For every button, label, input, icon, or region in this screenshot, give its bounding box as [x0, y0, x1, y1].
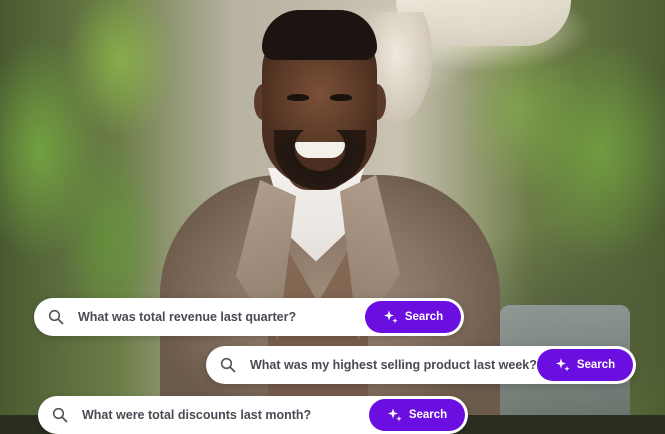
- search-bar[interactable]: What was my highest selling product last…: [206, 346, 636, 384]
- search-icon: [44, 305, 68, 329]
- search-button-label: Search: [404, 311, 444, 323]
- hair: [262, 10, 377, 60]
- search-query[interactable]: What were total discounts last month?: [82, 408, 369, 422]
- sparkle-icon: [387, 407, 403, 423]
- search-icon: [48, 403, 72, 427]
- search-bar[interactable]: What was total revenue last quarter? Sea…: [34, 298, 464, 336]
- search-button[interactable]: Search: [369, 399, 465, 431]
- smile: [295, 142, 345, 158]
- search-button-label: Search: [576, 359, 616, 371]
- search-query[interactable]: What was my highest selling product last…: [250, 358, 537, 372]
- search-query[interactable]: What was total revenue last quarter?: [78, 310, 365, 324]
- search-button-label: Search: [408, 409, 448, 421]
- sparkle-icon: [555, 357, 571, 373]
- sparkle-icon: [383, 309, 399, 325]
- search-icon: [216, 353, 240, 377]
- eye-left: [287, 94, 309, 101]
- search-bar[interactable]: What were total discounts last month? Se…: [38, 396, 468, 434]
- search-button[interactable]: Search: [365, 301, 461, 333]
- eye-right: [330, 94, 352, 101]
- search-button[interactable]: Search: [537, 349, 633, 381]
